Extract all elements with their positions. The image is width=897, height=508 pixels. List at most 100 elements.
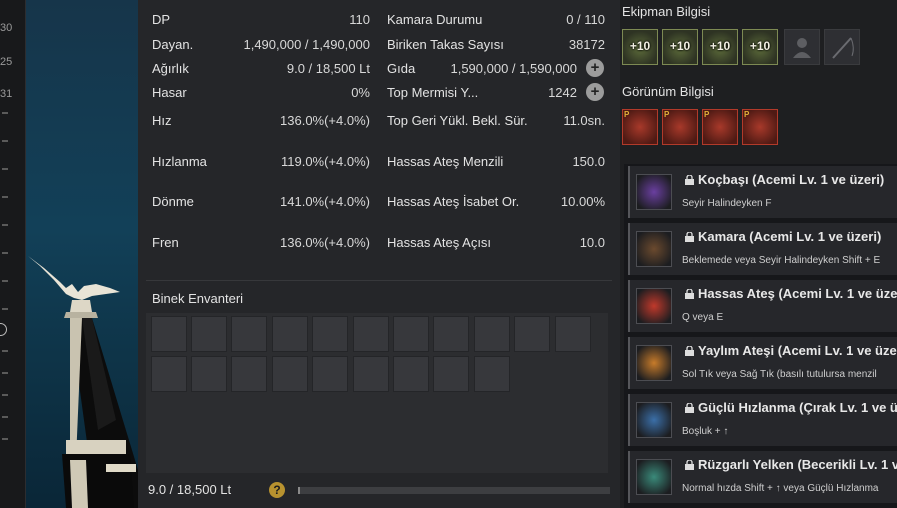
skill-name: Hassas Ateş (Acemi Lv. 1 ve üzeri) bbox=[698, 286, 897, 301]
ship-scene-view bbox=[26, 0, 138, 508]
stat-label-damage: Hasar bbox=[152, 85, 187, 100]
premium-badge: P bbox=[744, 110, 750, 119]
skill-name: Koçbaşı (Acemi Lv. 1 ve üzeri) bbox=[698, 172, 885, 187]
skill-item-strong-boost[interactable]: Güçlü Hızlanma (Çırak Lv. 1 ve üze Boşlu… bbox=[628, 394, 897, 446]
stat-label-food: Gıda bbox=[387, 61, 416, 76]
skill-name: Güçlü Hızlanma (Çırak Lv. 1 ve üze bbox=[698, 400, 897, 415]
lock-icon bbox=[685, 289, 694, 299]
stat-value-weight: 9.0 / 18,500 Lt bbox=[286, 61, 370, 76]
skill-item-volley[interactable]: Yaylım Ateşi (Acemi Lv. 1 ve üzeri) Sol … bbox=[628, 337, 897, 389]
strip-tick bbox=[2, 438, 8, 440]
stat-value-speed: 136.0%(+4.0%) bbox=[280, 113, 370, 128]
strip-tick bbox=[2, 350, 8, 352]
stat-value-cannon-reload: 11.0sn. bbox=[563, 113, 605, 128]
stat-label-speed: Hız bbox=[152, 113, 172, 128]
add-cannonballs-button[interactable]: + bbox=[586, 83, 604, 101]
fishing-rod-glyph bbox=[832, 37, 854, 59]
ship-appearance-icon[interactable]: P bbox=[622, 109, 658, 145]
strip-tick bbox=[2, 394, 8, 396]
lock-icon bbox=[685, 232, 694, 242]
stat-value-cannonballs: 1242 bbox=[548, 85, 577, 100]
skill-item-precise-fire[interactable]: Hassas Ateş (Acemi Lv. 1 ve üzeri) Q vey… bbox=[628, 280, 897, 332]
weight-progress-fill bbox=[298, 487, 300, 494]
stat-label-turning: Dönme bbox=[152, 194, 194, 209]
skill-shortcut: Normal hızda Shift + ↑ veya Güçlü Hızlan… bbox=[682, 483, 879, 494]
ship-sail-icon[interactable]: +10 bbox=[742, 29, 778, 65]
skill-item-cabin[interactable]: Kamara (Acemi Lv. 1 ve üzeri) Beklemede … bbox=[628, 223, 897, 275]
strip-tick bbox=[2, 112, 8, 114]
boost-icon bbox=[636, 402, 672, 438]
strip-tick bbox=[2, 168, 8, 170]
strip-tick bbox=[2, 140, 8, 142]
add-food-button[interactable]: + bbox=[586, 59, 604, 77]
strip-number: 31 bbox=[0, 88, 13, 100]
strip-number: 25 bbox=[0, 56, 13, 68]
stat-label-cannon-reload: Top Geri Yükl. Bekl. Sür. bbox=[387, 113, 528, 128]
sailor-silhouette-icon[interactable] bbox=[784, 29, 820, 65]
equipment-title: Ekipman Bilgisi bbox=[622, 4, 711, 19]
stat-value-barter-count: 38172 bbox=[568, 37, 605, 52]
stat-label-dp: DP bbox=[152, 12, 171, 27]
figurehead-appearance-icon[interactable]: P bbox=[662, 109, 698, 145]
ship-stats-panel: DP 110 Dayan. 1,490,000 / 1,490,000 Ağır… bbox=[138, 0, 620, 508]
wind-sail-icon bbox=[636, 459, 672, 495]
stat-value-precise-range: 150.0 bbox=[572, 154, 605, 169]
skill-item-wind-sail[interactable]: Rüzgarlı Yelken (Becerikli Lv. 1 ve Norm… bbox=[628, 451, 897, 503]
enhancement-level: +10 bbox=[749, 39, 771, 53]
inventory-slot[interactable] bbox=[231, 356, 267, 392]
ship-prow-icon[interactable]: +10 bbox=[622, 29, 658, 65]
inventory-slot[interactable] bbox=[474, 316, 510, 352]
lock-icon bbox=[685, 346, 694, 356]
inventory-slot[interactable] bbox=[393, 316, 429, 352]
premium-badge: P bbox=[704, 110, 710, 119]
cannon-appearance-icon[interactable]: P bbox=[702, 109, 738, 145]
stat-label-weight: Ağırlık bbox=[152, 61, 189, 76]
fishing-rod-icon[interactable] bbox=[824, 29, 860, 65]
strip-number: 30 bbox=[0, 22, 13, 34]
inventory-slot[interactable] bbox=[151, 316, 187, 352]
stat-label-precise-accuracy: Hassas Ateş İsabet Or. bbox=[387, 194, 520, 209]
stat-value-acceleration: 119.0%(+4.0%) bbox=[280, 154, 370, 169]
stat-label-durability: Dayan. bbox=[152, 37, 194, 52]
lock-icon bbox=[685, 175, 694, 185]
inventory-slot[interactable] bbox=[312, 316, 348, 352]
inventory-slot[interactable] bbox=[231, 316, 267, 352]
inventory-slot[interactable] bbox=[353, 356, 389, 392]
circle-button[interactable] bbox=[0, 323, 7, 336]
stat-value-precise-angle: 10.0 bbox=[579, 235, 605, 250]
help-icon[interactable]: ? bbox=[269, 482, 285, 498]
strip-tick bbox=[2, 252, 8, 254]
inventory-slot[interactable] bbox=[474, 356, 510, 392]
inventory-slot[interactable] bbox=[393, 356, 429, 392]
ship-figurehead-icon[interactable]: +10 bbox=[662, 29, 698, 65]
inventory-slot[interactable] bbox=[191, 356, 227, 392]
inventory-slot[interactable] bbox=[151, 356, 187, 392]
inventory-slot[interactable] bbox=[433, 356, 469, 392]
weight-progress-bar bbox=[298, 487, 610, 494]
inventory-slot[interactable] bbox=[433, 316, 469, 352]
stat-label-barter-count: Biriken Takas Sayısı bbox=[387, 37, 504, 52]
volley-icon bbox=[636, 345, 672, 381]
inventory-slot[interactable] bbox=[555, 316, 591, 352]
stat-value-dp: 110 bbox=[349, 12, 370, 27]
sail-appearance-icon[interactable]: P bbox=[742, 109, 778, 145]
inventory-slot[interactable] bbox=[312, 356, 348, 392]
inventory-slot[interactable] bbox=[191, 316, 227, 352]
cabin-icon bbox=[636, 231, 672, 267]
strip-tick bbox=[2, 416, 8, 418]
inventory-slot[interactable] bbox=[353, 316, 389, 352]
inventory-slot[interactable] bbox=[272, 356, 308, 392]
inventory-title: Binek Envanteri bbox=[152, 291, 244, 306]
crosshair-icon bbox=[636, 288, 672, 324]
inventory-slot[interactable] bbox=[272, 316, 308, 352]
appearance-title: Görünüm Bilgisi bbox=[622, 84, 714, 99]
stat-value-turning: 141.0%(+4.0%) bbox=[280, 194, 370, 209]
skill-item-ram[interactable]: Koçbaşı (Acemi Lv. 1 ve üzeri) Seyir Hal… bbox=[628, 166, 897, 218]
enhancement-level: +10 bbox=[629, 39, 651, 53]
skill-shortcut: Sol Tık veya Sağ Tık (basılı tutulursa m… bbox=[682, 369, 877, 380]
ship-cannon-icon[interactable]: +10 bbox=[702, 29, 738, 65]
inventory-slot[interactable] bbox=[514, 316, 550, 352]
ram-icon bbox=[636, 174, 672, 210]
divider bbox=[146, 280, 612, 281]
stat-label-brake: Fren bbox=[152, 235, 179, 250]
